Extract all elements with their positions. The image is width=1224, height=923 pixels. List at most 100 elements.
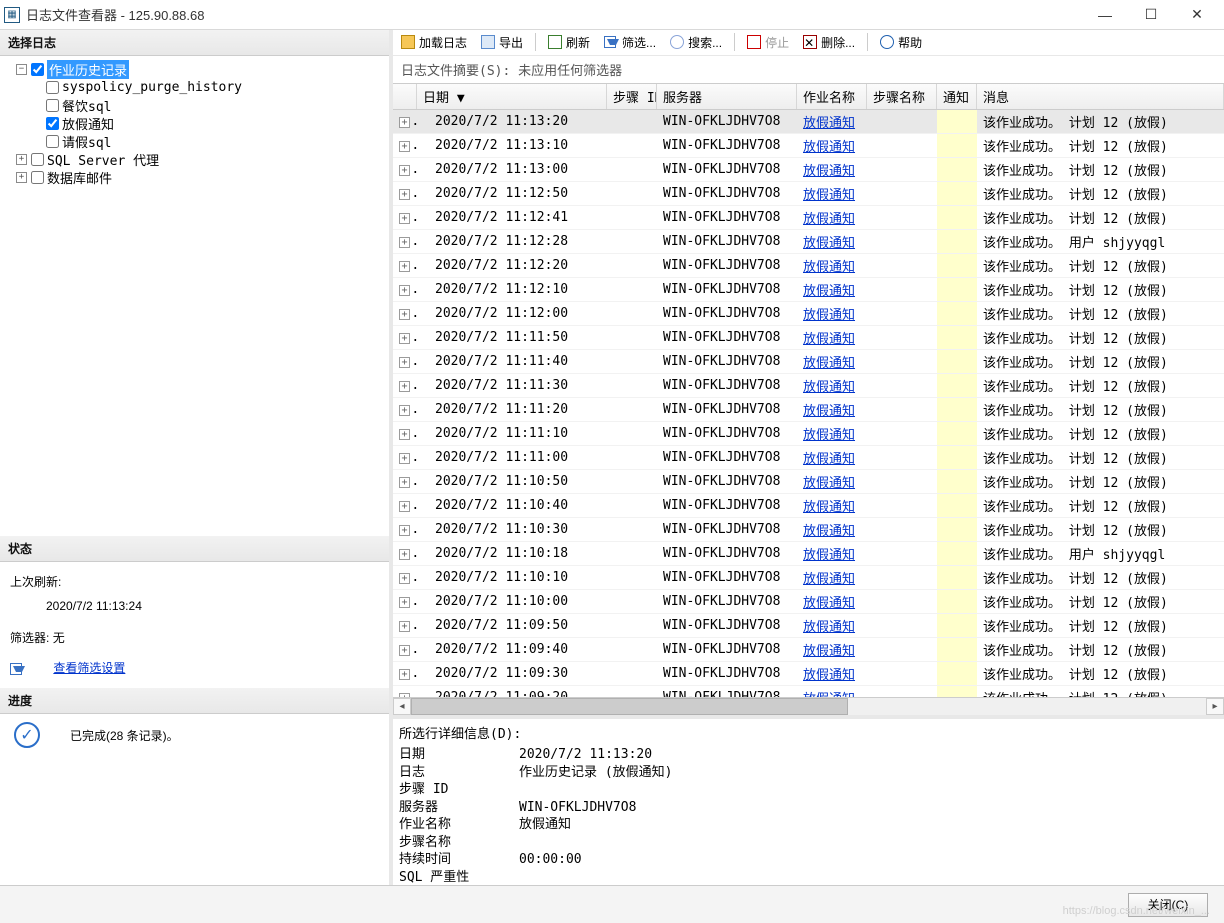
- help-button[interactable]: 帮助: [876, 31, 926, 53]
- table-row[interactable]: +✔2020/7/2 11:10:50WIN-OFKLJDHV7O8放假通知该作…: [393, 470, 1224, 494]
- plus-icon[interactable]: +: [399, 141, 410, 152]
- cell-job-name[interactable]: 放假通知: [797, 472, 867, 491]
- table-row[interactable]: +✔2020/7/2 11:11:10WIN-OFKLJDHV7O8放假通知该作…: [393, 422, 1224, 446]
- col-step-name[interactable]: 步骤名称: [867, 84, 937, 109]
- details-body[interactable]: 日期2020/7/2 11:13:20日志作业历史记录 (放假通知)步骤 ID服…: [393, 746, 1224, 885]
- tree-sql-agent[interactable]: + SQL Server 代理: [2, 150, 387, 168]
- table-row[interactable]: +✔2020/7/2 11:13:00WIN-OFKLJDHV7O8放假通知该作…: [393, 158, 1224, 182]
- load-log-button[interactable]: 加载日志: [397, 31, 471, 53]
- cell-job-name[interactable]: 放假通知: [797, 640, 867, 659]
- plus-icon[interactable]: +: [399, 381, 410, 392]
- tree-item-syspolicy[interactable]: syspolicy_purge_history: [2, 78, 387, 96]
- stop-button[interactable]: 停止: [743, 31, 793, 53]
- refresh-button[interactable]: 刷新: [544, 31, 594, 53]
- table-row[interactable]: +✔2020/7/2 11:13:20WIN-OFKLJDHV7O8放假通知该作…: [393, 110, 1224, 134]
- search-button[interactable]: 搜索...: [666, 31, 726, 53]
- cell-job-name[interactable]: 放假通知: [797, 664, 867, 683]
- plus-icon[interactable]: +: [399, 429, 410, 440]
- table-row[interactable]: +✔2020/7/2 11:11:30WIN-OFKLJDHV7O8放假通知该作…: [393, 374, 1224, 398]
- plus-icon[interactable]: +: [399, 669, 410, 680]
- cell-job-name[interactable]: 放假通知: [797, 232, 867, 251]
- tree-item-qingjia[interactable]: 请假sql: [2, 132, 387, 150]
- filter-button[interactable]: 筛选...: [600, 31, 660, 53]
- checkbox[interactable]: [46, 135, 59, 148]
- col-server[interactable]: 服务器: [657, 84, 797, 109]
- tree-label[interactable]: 作业历史记录: [47, 60, 129, 79]
- delete-button[interactable]: ✕删除...: [799, 31, 859, 53]
- plus-icon[interactable]: +: [399, 357, 410, 368]
- plus-icon[interactable]: +: [399, 597, 410, 608]
- plus-icon[interactable]: +: [399, 309, 410, 320]
- table-row[interactable]: +✔2020/7/2 11:10:30WIN-OFKLJDHV7O8放假通知该作…: [393, 518, 1224, 542]
- grid-header[interactable]: 日期 ▼ 步骤 ID 服务器 作业名称 步骤名称 通知 消息: [393, 83, 1224, 110]
- table-row[interactable]: +✔2020/7/2 11:09:20WIN-OFKLJDHV7O8放假通知该作…: [393, 686, 1224, 697]
- plus-icon[interactable]: +: [16, 154, 27, 165]
- plus-icon[interactable]: +: [399, 621, 410, 632]
- plus-icon[interactable]: +: [399, 213, 410, 224]
- col-expander[interactable]: [393, 84, 417, 109]
- checkbox[interactable]: [46, 117, 59, 130]
- tree-root-job-history[interactable]: − 作业历史记录: [2, 60, 387, 78]
- plus-icon[interactable]: +: [399, 405, 410, 416]
- cell-job-name[interactable]: 放假通知: [797, 424, 867, 443]
- table-row[interactable]: +✔2020/7/2 11:11:40WIN-OFKLJDHV7O8放假通知该作…: [393, 350, 1224, 374]
- cell-job-name[interactable]: 放假通知: [797, 256, 867, 275]
- view-filter-settings-link[interactable]: 查看筛选设置: [53, 661, 125, 675]
- table-row[interactable]: +✔2020/7/2 11:09:50WIN-OFKLJDHV7O8放假通知该作…: [393, 614, 1224, 638]
- plus-icon[interactable]: +: [399, 501, 410, 512]
- checkbox[interactable]: [31, 153, 44, 166]
- plus-icon[interactable]: +: [399, 333, 410, 344]
- table-row[interactable]: +✔2020/7/2 11:11:50WIN-OFKLJDHV7O8放假通知该作…: [393, 326, 1224, 350]
- col-step-id[interactable]: 步骤 ID: [607, 84, 657, 109]
- plus-icon[interactable]: +: [399, 453, 410, 464]
- table-row[interactable]: +✔2020/7/2 11:12:00WIN-OFKLJDHV7O8放假通知该作…: [393, 302, 1224, 326]
- cell-job-name[interactable]: 放假通知: [797, 136, 867, 155]
- checkbox[interactable]: [46, 99, 59, 112]
- col-notify[interactable]: 通知: [937, 84, 977, 109]
- cell-job-name[interactable]: 放假通知: [797, 328, 867, 347]
- tree-db-mail[interactable]: + 数据库邮件: [2, 168, 387, 186]
- table-row[interactable]: +✔2020/7/2 11:10:10WIN-OFKLJDHV7O8放假通知该作…: [393, 566, 1224, 590]
- checkbox[interactable]: [31, 171, 44, 184]
- scroll-track[interactable]: [411, 698, 1206, 715]
- table-row[interactable]: +✔2020/7/2 11:10:00WIN-OFKLJDHV7O8放假通知该作…: [393, 590, 1224, 614]
- plus-icon[interactable]: +: [399, 477, 410, 488]
- table-row[interactable]: +✔2020/7/2 11:10:40WIN-OFKLJDHV7O8放假通知该作…: [393, 494, 1224, 518]
- plus-icon[interactable]: +: [399, 285, 410, 296]
- cell-job-name[interactable]: 放假通知: [797, 376, 867, 395]
- table-row[interactable]: +✔2020/7/2 11:13:10WIN-OFKLJDHV7O8放假通知该作…: [393, 134, 1224, 158]
- close-dialog-button[interactable]: 关闭(C): [1128, 893, 1208, 917]
- table-row[interactable]: +✔2020/7/2 11:12:20WIN-OFKLJDHV7O8放假通知该作…: [393, 254, 1224, 278]
- tree-item-fangjia[interactable]: 放假通知: [2, 114, 387, 132]
- cell-job-name[interactable]: 放假通知: [797, 544, 867, 563]
- table-row[interactable]: +✔2020/7/2 11:12:50WIN-OFKLJDHV7O8放假通知该作…: [393, 182, 1224, 206]
- cell-job-name[interactable]: 放假通知: [797, 568, 867, 587]
- close-button[interactable]: ✕: [1174, 0, 1220, 30]
- table-row[interactable]: +✔2020/7/2 11:12:41WIN-OFKLJDHV7O8放假通知该作…: [393, 206, 1224, 230]
- table-row[interactable]: +✔2020/7/2 11:11:20WIN-OFKLJDHV7O8放假通知该作…: [393, 398, 1224, 422]
- cell-job-name[interactable]: 放假通知: [797, 520, 867, 539]
- col-message[interactable]: 消息: [977, 84, 1224, 109]
- plus-icon[interactable]: +: [399, 573, 410, 584]
- table-row[interactable]: +✔2020/7/2 11:11:00WIN-OFKLJDHV7O8放假通知该作…: [393, 446, 1224, 470]
- plus-icon[interactable]: +: [399, 117, 410, 128]
- col-job-name[interactable]: 作业名称: [797, 84, 867, 109]
- tree-item-canying[interactable]: 餐饮sql: [2, 96, 387, 114]
- plus-icon[interactable]: +: [399, 549, 410, 560]
- export-button[interactable]: 导出: [477, 31, 527, 53]
- cell-job-name[interactable]: 放假通知: [797, 616, 867, 635]
- checkbox-job-history[interactable]: [31, 63, 44, 76]
- plus-icon[interactable]: +: [399, 261, 410, 272]
- cell-job-name[interactable]: 放假通知: [797, 592, 867, 611]
- table-row[interactable]: +✔2020/7/2 11:09:40WIN-OFKLJDHV7O8放假通知该作…: [393, 638, 1224, 662]
- cell-job-name[interactable]: 放假通知: [797, 496, 867, 515]
- cell-job-name[interactable]: 放假通知: [797, 280, 867, 299]
- cell-job-name[interactable]: 放假通知: [797, 208, 867, 227]
- plus-icon[interactable]: +: [399, 645, 410, 656]
- plus-icon[interactable]: +: [16, 172, 27, 183]
- cell-job-name[interactable]: 放假通知: [797, 184, 867, 203]
- table-row[interactable]: +✔2020/7/2 11:09:30WIN-OFKLJDHV7O8放假通知该作…: [393, 662, 1224, 686]
- minus-icon[interactable]: −: [16, 64, 27, 75]
- scroll-right-icon[interactable]: ▸: [1206, 698, 1224, 715]
- col-date[interactable]: 日期 ▼: [417, 84, 607, 109]
